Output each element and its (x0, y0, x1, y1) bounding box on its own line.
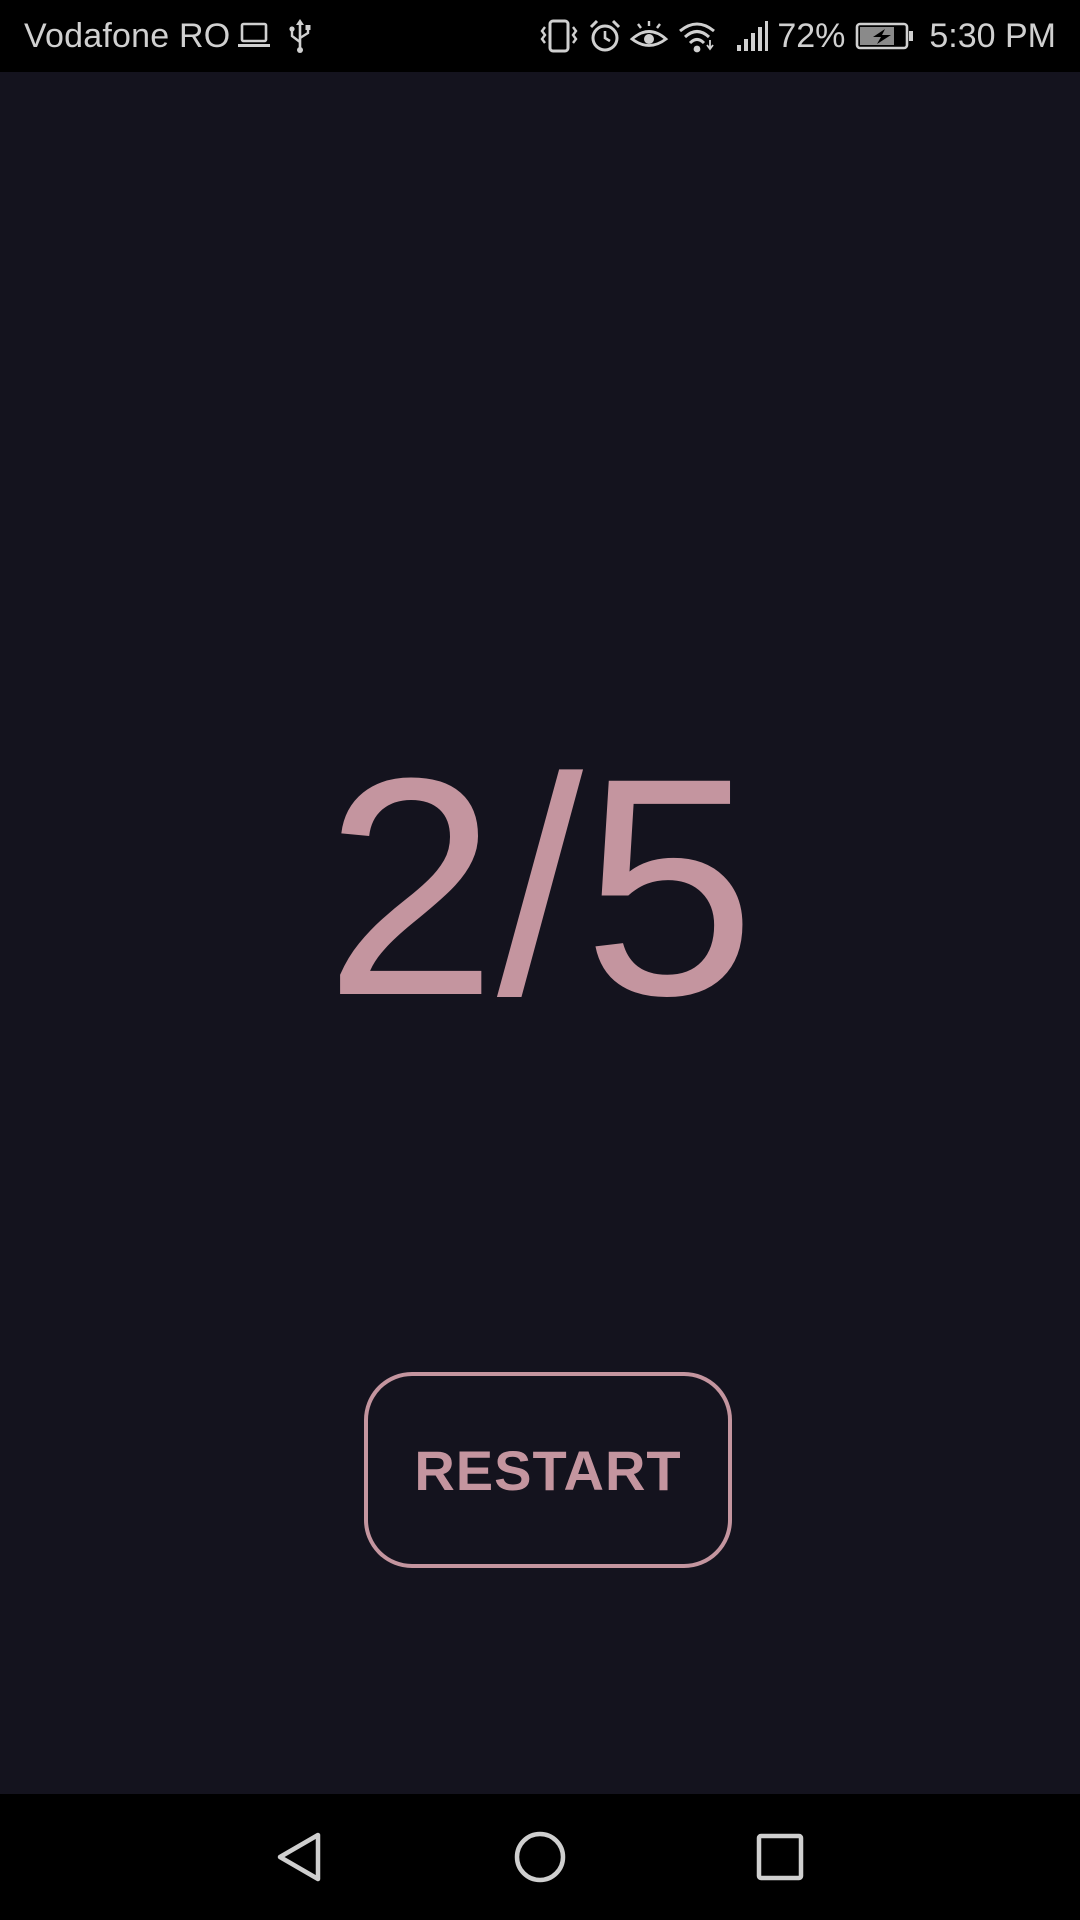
clock: 5:30 PM (929, 16, 1056, 55)
carrier-name: Vodafone RO (24, 16, 231, 55)
battery-percent: 72% (777, 16, 846, 55)
home-button[interactable] (500, 1817, 580, 1897)
recents-icon (752, 1829, 808, 1885)
home-icon (512, 1829, 568, 1885)
laptop-icon (236, 21, 272, 51)
status-right: 72% 5:30 PM (537, 0, 1056, 72)
status-bar: Vodafone RO 72% 5:30 PM (0, 0, 1080, 72)
score-display: 2/5 (324, 713, 756, 1060)
navigation-bar (0, 1794, 1080, 1920)
alarm-icon (587, 18, 623, 54)
restart-button[interactable]: RESTART (364, 1372, 732, 1568)
back-icon (272, 1829, 328, 1885)
battery-charging-icon (855, 21, 915, 51)
wifi-icon (677, 18, 717, 54)
usb-icon (288, 18, 312, 54)
recents-button[interactable] (740, 1817, 820, 1897)
vibrate-icon (537, 18, 581, 54)
main-content: 2/5 RESTART (0, 72, 1080, 1794)
eye-comfort-icon (629, 18, 669, 54)
status-left: Vodafone RO (24, 0, 312, 72)
back-button[interactable] (260, 1817, 340, 1897)
signal-icon (735, 19, 769, 53)
